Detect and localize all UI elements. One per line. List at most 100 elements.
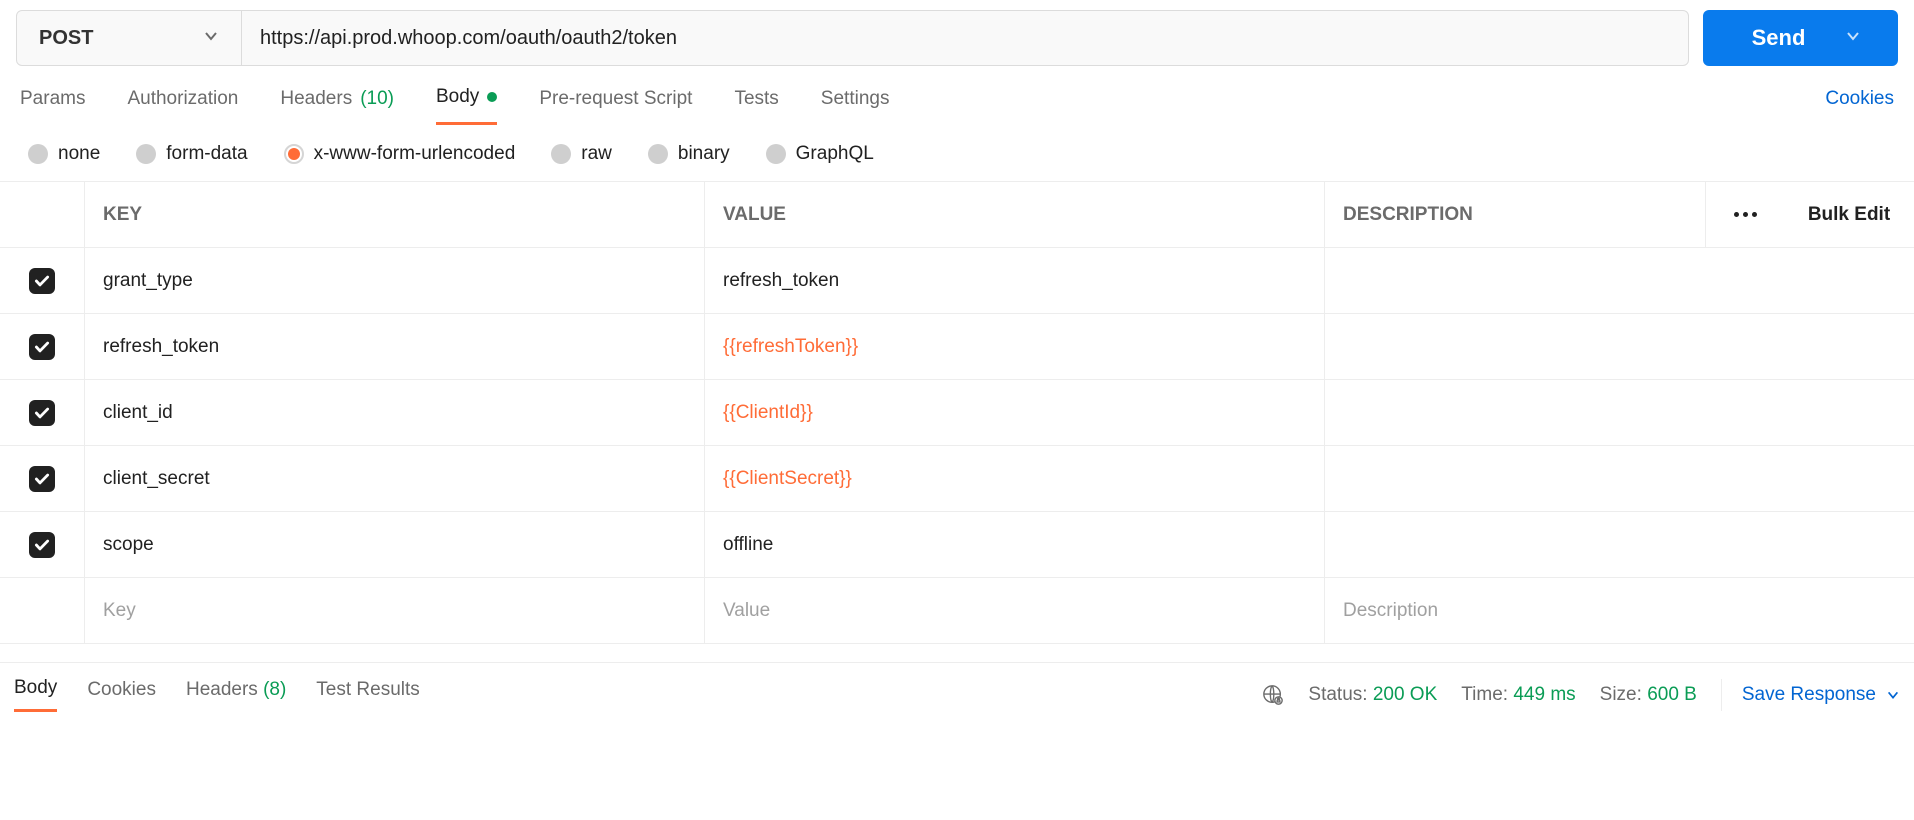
more-options-button[interactable] [1706,182,1784,247]
table-row: grant_typerefresh_token [0,248,1914,314]
description-placeholder[interactable]: Description [1325,578,1914,643]
tab-authorization[interactable]: Authorization [127,88,238,124]
radio-label: GraphQL [796,143,874,165]
save-response-label: Save Response [1742,684,1876,706]
body-type-none[interactable]: none [28,143,100,165]
time-block: Time: 449 ms [1461,684,1575,706]
tab-headers[interactable]: Headers (10) [280,88,394,124]
header-key[interactable]: KEY [85,182,705,247]
method-select[interactable]: POST [17,11,242,65]
header-value[interactable]: VALUE [705,182,1325,247]
tab-body[interactable]: Body [436,86,497,125]
body-type-raw[interactable]: raw [551,143,612,165]
radio-label: binary [678,143,730,165]
value-cell[interactable]: {{refreshToken}} [705,314,1325,379]
resp-tab-label: Headers [186,679,258,700]
tabs: Params Authorization Headers (10) Body Pre-r… [20,86,889,125]
cookies-link[interactable]: Cookies [1825,88,1894,124]
table-row: scopeoffline [0,512,1914,578]
response-meta: Status: 200 OK Time: 449 ms Size: 600 B … [1262,679,1900,711]
description-cell[interactable] [1325,314,1914,379]
key-cell[interactable]: client_id [85,380,705,445]
description-cell[interactable] [1325,380,1914,445]
status-label: Status: [1308,684,1367,705]
value-placeholder[interactable]: Value [705,578,1325,643]
resp-tab-label: Test Results [316,679,419,700]
network-icon[interactable] [1262,684,1284,706]
row-checkbox-cell [0,446,85,511]
key-cell[interactable]: client_secret [85,446,705,511]
key-cell[interactable]: refresh_token [85,314,705,379]
body-type-selector: none form-data x-www-form-urlencoded raw bin… [0,125,1914,181]
table-row: refresh_token{{refreshToken}} [0,314,1914,380]
row-checkbox[interactable] [29,400,55,426]
radio-label: none [58,143,100,165]
radio-icon [648,144,668,164]
value-cell[interactable]: {{ClientSecret}} [705,446,1325,511]
table-row: client_id{{ClientId}} [0,380,1914,446]
key-cell[interactable]: grant_type [85,248,705,313]
tab-label: Authorization [127,88,238,110]
row-checkbox-cell [0,248,85,313]
header-checkbox-col [0,182,85,247]
key-placeholder[interactable]: Key [85,578,705,643]
resp-tab-label: Cookies [87,679,156,700]
row-checkbox[interactable] [29,466,55,492]
tab-label: Settings [821,88,890,110]
tab-params[interactable]: Params [20,88,85,124]
row-checkbox[interactable] [29,334,55,360]
time-label: Time: [1461,684,1508,705]
resp-tab-label: Body [14,677,57,698]
method-url-group: POST [16,10,1689,66]
radio-icon [551,144,571,164]
tab-count: (10) [360,88,394,110]
more-icon [1734,212,1757,217]
radio-label: form-data [166,143,247,165]
body-type-GraphQL[interactable]: GraphQL [766,143,874,165]
value-cell[interactable]: {{ClientId}} [705,380,1325,445]
response-tab-test-results[interactable]: Test Results [316,679,419,711]
method-label: POST [39,27,93,50]
tab-label: Tests [734,88,778,110]
description-cell[interactable] [1325,248,1914,313]
value-cell[interactable]: refresh_token [705,248,1325,313]
row-checkbox[interactable] [29,532,55,558]
key-cell[interactable]: scope [85,512,705,577]
response-tabs: Body Cookies Headers (8) Test Results [14,677,420,712]
params-table: KEY VALUE DESCRIPTION Bulk Edit grant_ty… [0,181,1914,644]
description-cell[interactable] [1325,512,1914,577]
response-tab-headers[interactable]: Headers (8) [186,679,286,711]
radio-icon [28,144,48,164]
response-tab-cookies[interactable]: Cookies [87,679,156,711]
row-checkbox[interactable] [29,268,55,294]
header-description[interactable]: DESCRIPTION [1325,182,1706,247]
resp-tab-count: (8) [258,679,287,700]
chevron-down-icon [1886,688,1900,702]
size-label: Size: [1600,684,1642,705]
tab-tests[interactable]: Tests [734,88,778,124]
chevron-down-icon [203,28,219,49]
params-header-row: KEY VALUE DESCRIPTION Bulk Edit [0,182,1914,248]
save-response-button[interactable]: Save Response [1721,679,1900,711]
bulk-edit-button[interactable]: Bulk Edit [1784,182,1914,247]
response-tab-body[interactable]: Body [14,677,57,712]
description-cell[interactable] [1325,446,1914,511]
tab-label: Params [20,88,85,110]
body-type-binary[interactable]: binary [648,143,730,165]
send-button[interactable]: Send [1703,10,1898,66]
status-block: Status: 200 OK [1308,684,1437,706]
url-input[interactable] [242,11,1688,65]
tab-pre-request-script[interactable]: Pre-request Script [539,88,692,124]
value-cell[interactable]: offline [705,512,1325,577]
tab-label: Body [436,86,479,108]
modified-indicator-icon [487,92,497,102]
tab-label: Headers [280,88,352,110]
empty-checkbox-cell [0,578,85,643]
params-empty-row[interactable]: Key Value Description [0,578,1914,644]
send-label: Send [1752,25,1806,51]
size-value: 600 B [1647,684,1697,705]
tab-settings[interactable]: Settings [821,88,890,124]
body-type-x-www-form-urlencoded[interactable]: x-www-form-urlencoded [284,143,516,165]
body-type-form-data[interactable]: form-data [136,143,247,165]
time-value: 449 ms [1513,684,1575,705]
